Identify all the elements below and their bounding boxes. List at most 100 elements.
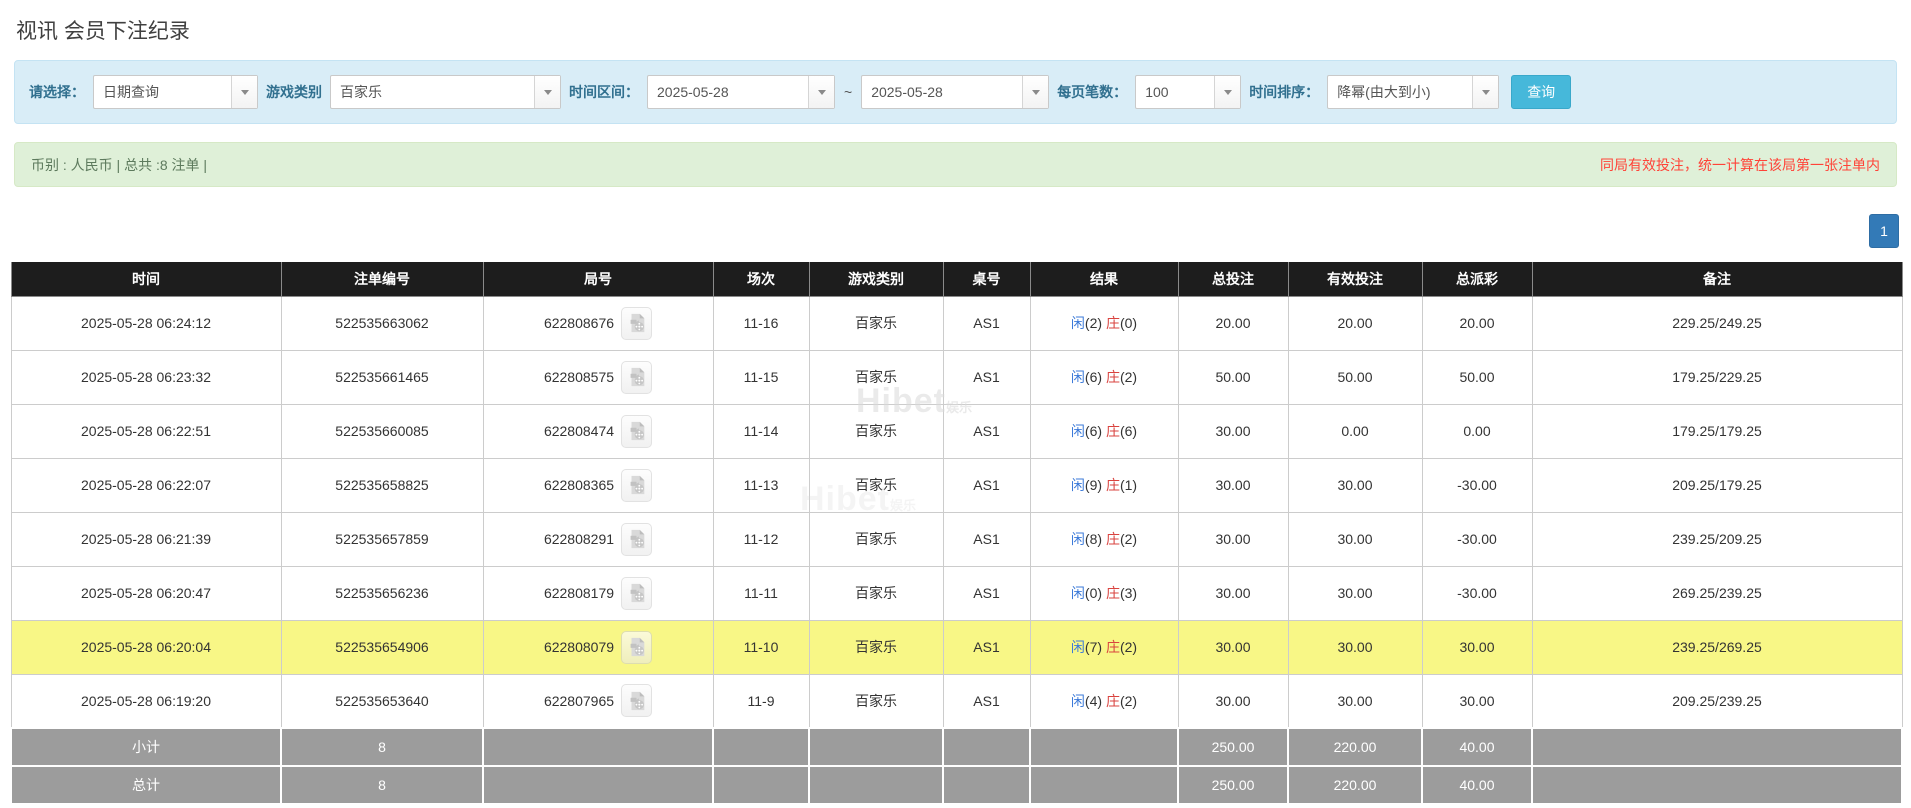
round-number: 622808474 — [544, 423, 614, 439]
payout-cell: 50.00 — [1422, 350, 1532, 404]
banker-result-label: 庄 — [1106, 531, 1120, 547]
sort-order-dropdown-button[interactable] — [1472, 76, 1498, 108]
time-cell: 2025-05-28 06:20:04 — [11, 620, 281, 674]
video-replay-button[interactable] — [621, 523, 652, 556]
payout-cell: -30.00 — [1422, 566, 1532, 620]
table-number-cell: AS1 — [943, 566, 1030, 620]
video-replay-button[interactable] — [621, 631, 652, 664]
footer-empty-cell — [713, 728, 809, 766]
table-row[interactable]: 2025-05-28 06:22:51 522535660085 6228084… — [11, 404, 1902, 458]
video-replay-button[interactable] — [621, 684, 652, 717]
date-from-select[interactable]: 2025-05-28 — [647, 75, 835, 109]
result-cell: 闲(4) 庄(2) — [1030, 674, 1178, 728]
player-result-label: 闲 — [1071, 693, 1085, 709]
column-header: 局号 — [483, 262, 713, 296]
grand-total-valid-bet: 220.00 — [1288, 766, 1422, 804]
date-to-dropdown-button[interactable] — [1022, 76, 1048, 108]
column-header: 有效投注 — [1288, 262, 1422, 296]
film-document-icon — [626, 636, 648, 658]
result-cell: 闲(8) 庄(2) — [1030, 512, 1178, 566]
bet-number-cell: 522535654906 — [281, 620, 483, 674]
remark-cell: 179.25/179.25 — [1532, 404, 1902, 458]
footer-empty-cell — [1532, 728, 1902, 766]
total-bet-link[interactable]: 30.00 — [1178, 620, 1288, 674]
player-result-label: 闲 — [1071, 639, 1085, 655]
time-range-label: 时间区间： — [569, 82, 639, 102]
subtotal-total-bet: 250.00 — [1178, 728, 1288, 766]
total-bet-link[interactable]: 30.00 — [1178, 674, 1288, 728]
film-document-icon — [626, 690, 648, 712]
time-cell: 2025-05-28 06:24:12 — [11, 296, 281, 350]
table-row[interactable]: 2025-05-28 06:19:20 522535653640 6228079… — [11, 674, 1902, 728]
date-to-select[interactable]: 2025-05-28 — [861, 75, 1049, 109]
summary-bar: 币别 : 人民币 | 总共 :8 注单 | 同局有效投注，统一计算在该局第一张注… — [14, 142, 1897, 187]
payout-cell: -30.00 — [1422, 512, 1532, 566]
session-cell: 11-14 — [713, 404, 809, 458]
chevron-down-icon — [1224, 90, 1232, 95]
video-replay-button[interactable] — [621, 415, 652, 448]
valid-bet-cell: 20.00 — [1288, 296, 1422, 350]
bet-number-cell: 522535661465 — [281, 350, 483, 404]
total-bet-link[interactable]: 30.00 — [1178, 458, 1288, 512]
search-button[interactable]: 查询 — [1511, 75, 1571, 109]
page-button-1[interactable]: 1 — [1869, 214, 1899, 248]
table-row[interactable]: 2025-05-28 06:24:12 522535663062 6228086… — [11, 296, 1902, 350]
player-result-score: (6) — [1085, 369, 1102, 385]
query-mode-select[interactable]: 日期查询 — [93, 75, 258, 109]
total-bet-link[interactable]: 30.00 — [1178, 512, 1288, 566]
column-header: 场次 — [713, 262, 809, 296]
remark-cell: 229.25/249.25 — [1532, 296, 1902, 350]
video-replay-button[interactable] — [621, 307, 652, 340]
player-result-score: (7) — [1085, 639, 1102, 655]
round-number-cell: 622808365 — [483, 458, 713, 512]
video-replay-button[interactable] — [621, 361, 652, 394]
valid-bet-cell: 0.00 — [1288, 404, 1422, 458]
table-row[interactable]: 2025-05-28 06:21:39 522535657859 6228082… — [11, 512, 1902, 566]
table-row[interactable]: 2025-05-28 06:20:04 522535654906 6228080… — [11, 620, 1902, 674]
total-bet-link[interactable]: 30.00 — [1178, 404, 1288, 458]
footer-empty-cell — [483, 728, 713, 766]
video-replay-button[interactable] — [621, 469, 652, 502]
film-document-icon — [626, 582, 648, 604]
session-cell: 11-10 — [713, 620, 809, 674]
banker-result-score: (3) — [1120, 585, 1137, 601]
date-from-dropdown-button[interactable] — [808, 76, 834, 108]
subtotal-count: 8 — [281, 728, 483, 766]
player-result-score: (9) — [1085, 477, 1102, 493]
time-cell: 2025-05-28 06:21:39 — [11, 512, 281, 566]
grand-total-label: 总计 — [11, 766, 281, 804]
page-size-select[interactable]: 100 — [1135, 75, 1241, 109]
result-cell: 闲(6) 庄(2) — [1030, 350, 1178, 404]
query-mode-dropdown-button[interactable] — [231, 76, 257, 108]
table-number-cell: AS1 — [943, 512, 1030, 566]
column-header: 总投注 — [1178, 262, 1288, 296]
game-type-select[interactable]: 百家乐 — [330, 75, 561, 109]
total-bet-link[interactable]: 20.00 — [1178, 296, 1288, 350]
table-row[interactable]: 2025-05-28 06:20:47 522535656236 6228081… — [11, 566, 1902, 620]
game-type-cell: 百家乐 — [809, 350, 943, 404]
page-size-value: 100 — [1136, 76, 1214, 108]
banker-result-score: (2) — [1120, 531, 1137, 547]
column-header: 总派彩 — [1422, 262, 1532, 296]
session-cell: 11-11 — [713, 566, 809, 620]
page-size-dropdown-button[interactable] — [1214, 76, 1240, 108]
valid-bet-cell: 30.00 — [1288, 566, 1422, 620]
game-type-cell: 百家乐 — [809, 512, 943, 566]
header-row: 时间注单编号局号场次游戏类别桌号结果总投注有效投注总派彩备注 — [11, 262, 1902, 296]
remark-cell: 179.25/229.25 — [1532, 350, 1902, 404]
footer-empty-cell — [483, 766, 713, 804]
subtotal-label: 小计 — [11, 728, 281, 766]
table-row[interactable]: 2025-05-28 06:23:32 522535661465 6228085… — [11, 350, 1902, 404]
total-bet-link[interactable]: 30.00 — [1178, 566, 1288, 620]
total-bet-link[interactable]: 50.00 — [1178, 350, 1288, 404]
sort-order-select[interactable]: 降幂(由大到小) — [1327, 75, 1499, 109]
table-row[interactable]: 2025-05-28 06:22:07 522535658825 6228083… — [11, 458, 1902, 512]
time-cell: 2025-05-28 06:19:20 — [11, 674, 281, 728]
chevron-down-icon — [818, 90, 826, 95]
valid-bet-cell: 30.00 — [1288, 458, 1422, 512]
game-type-dropdown-button[interactable] — [534, 76, 560, 108]
round-number-cell: 622807965 — [483, 674, 713, 728]
video-replay-button[interactable] — [621, 577, 652, 610]
column-header: 注单编号 — [281, 262, 483, 296]
game-type-value: 百家乐 — [331, 76, 534, 108]
